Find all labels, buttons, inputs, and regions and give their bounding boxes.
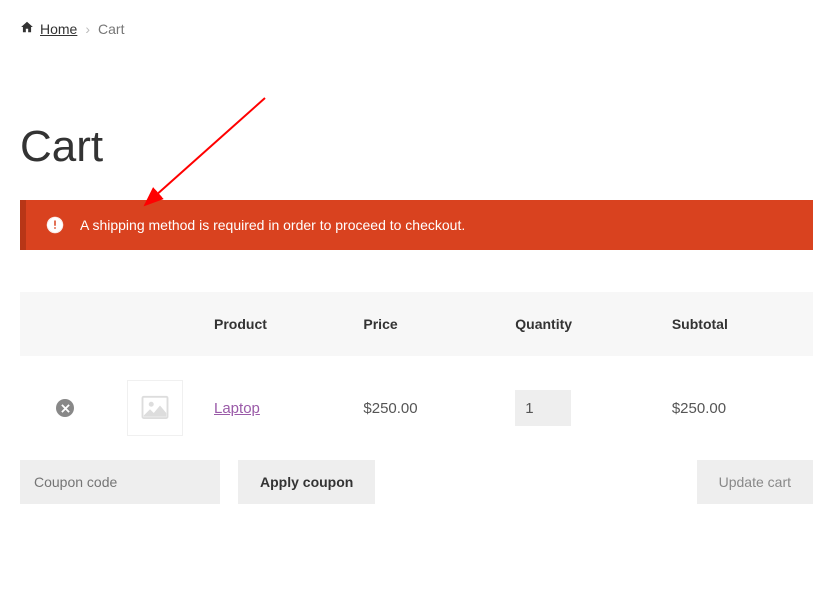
col-header-thumb (110, 292, 200, 356)
breadcrumb: Home › Cart (20, 20, 813, 37)
alert-icon (46, 216, 64, 234)
table-row: Laptop $250.00 $250.00 (20, 356, 813, 460)
breadcrumb-home[interactable]: Home (20, 20, 77, 37)
product-link[interactable]: Laptop (214, 400, 260, 417)
cart-table: Product Price Quantity Subtotal (20, 292, 813, 460)
breadcrumb-current: Cart (98, 21, 124, 37)
close-icon (61, 404, 70, 413)
breadcrumb-home-link[interactable]: Home (40, 21, 77, 37)
table-header-row: Product Price Quantity Subtotal (20, 292, 813, 356)
placeholder-image-icon (140, 393, 170, 423)
quantity-input[interactable] (515, 390, 571, 426)
col-header-price: Price (349, 292, 501, 356)
error-alert: A shipping method is required in order t… (20, 200, 813, 250)
remove-item-button[interactable] (56, 399, 74, 417)
product-thumbnail[interactable] (127, 380, 183, 436)
update-cart-button[interactable]: Update cart (697, 460, 813, 504)
apply-coupon-button[interactable]: Apply coupon (238, 460, 375, 504)
cell-subtotal: $250.00 (658, 356, 813, 460)
coupon-input[interactable] (20, 460, 220, 504)
col-header-subtotal: Subtotal (658, 292, 813, 356)
home-icon (20, 20, 34, 37)
cart-actions-row: Apply coupon Update cart (20, 460, 813, 504)
col-header-remove (20, 292, 110, 356)
cell-price: $250.00 (349, 356, 501, 460)
coupon-wrap: Apply coupon (20, 460, 375, 504)
alert-message: A shipping method is required in order t… (80, 217, 465, 233)
page-title: Cart (20, 122, 813, 172)
col-header-product: Product (200, 292, 349, 356)
col-header-quantity: Quantity (501, 292, 658, 356)
breadcrumb-separator: › (85, 21, 90, 37)
